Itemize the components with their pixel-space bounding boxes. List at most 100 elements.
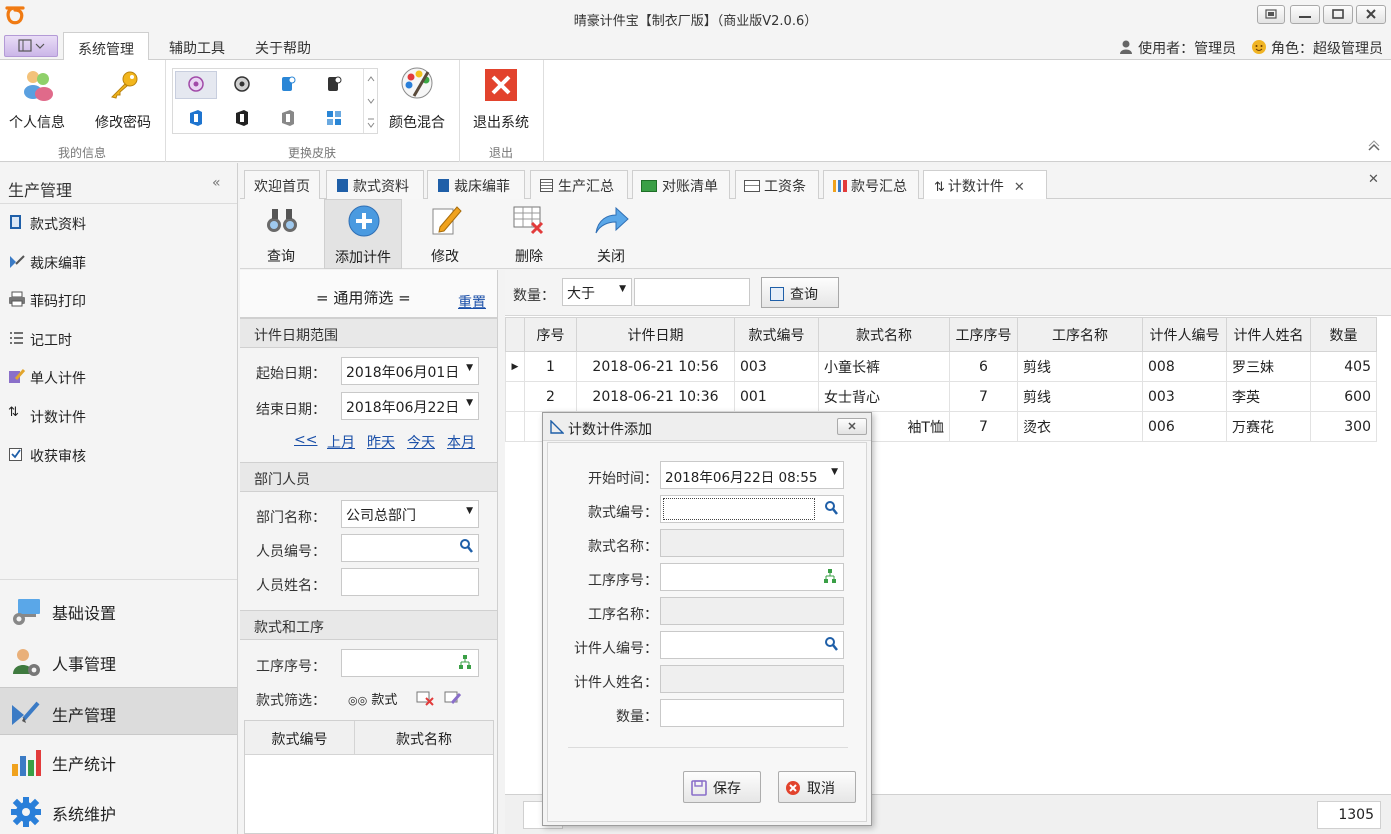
menu-tab-tools[interactable]: 辅助工具	[158, 32, 236, 61]
table-row[interactable]: 2 2018-06-21 10:36 001 女士背心 7 剪线 003 李英 …	[505, 381, 1377, 412]
tab-statement[interactable]: 对账清单	[632, 170, 730, 199]
table-row[interactable]: ▶ 1 2018-06-21 10:56 003 小童长裤 6 剪线 008 罗…	[505, 351, 1377, 382]
start-date-label: 起始日期：	[256, 366, 326, 382]
skin-blue-icon[interactable]	[279, 75, 297, 93]
cancel-button[interactable]: 取消	[778, 771, 856, 803]
exit-system-button[interactable]: 退出系统	[464, 64, 538, 140]
add-piece-button[interactable]: 添加计件	[324, 199, 402, 269]
grid-query-button[interactable]: 查询	[761, 277, 839, 308]
skin-black-icon[interactable]	[325, 75, 343, 93]
personal-info-button[interactable]: 个人信息	[2, 64, 72, 140]
tab-welcome[interactable]: 欢迎首页	[244, 170, 320, 199]
close-button[interactable]: 关闭	[576, 199, 646, 269]
dept-section-header: 部门人员	[240, 462, 497, 492]
start-date-picker[interactable]: 2018年06月01日 ▼	[341, 357, 479, 385]
qty-operator-select[interactable]: 大于 ▼	[562, 278, 632, 306]
column-header[interactable]: 款式名称	[818, 317, 950, 352]
change-password-button[interactable]: 修改密码	[86, 64, 160, 140]
column-header[interactable]: 序号	[524, 317, 577, 352]
window-restore-button[interactable]	[1257, 5, 1285, 24]
proc-no-input[interactable]	[660, 563, 844, 591]
column-header[interactable]: 数量	[1310, 317, 1377, 352]
column-header[interactable]: 计件人编号	[1142, 317, 1227, 352]
reset-link[interactable]: 重置	[458, 292, 486, 312]
nav-item-cutting[interactable]: 裁床编菲	[8, 250, 236, 276]
search-icon[interactable]	[824, 636, 838, 652]
end-date-picker[interactable]: 2018年06月22日 ▼	[341, 392, 479, 420]
nav-group-production[interactable]: 生产管理	[0, 687, 237, 735]
nav-group-statistics[interactable]: 生产统计	[0, 737, 237, 785]
collapse-ribbon-icon[interactable]	[1366, 140, 1382, 154]
tab-style[interactable]: 款式资料	[326, 170, 424, 199]
minimize-button[interactable]	[1290, 5, 1320, 24]
maximize-button[interactable]	[1323, 5, 1353, 24]
nav-item-worktime[interactable]: 记工时	[8, 327, 236, 353]
change-password-label: 修改密码	[95, 115, 151, 131]
skin-violet-icon[interactable]	[187, 75, 205, 93]
close-window-button[interactable]	[1356, 5, 1386, 24]
this-month-link[interactable]: 本月	[447, 432, 475, 452]
close-tab-icon[interactable]: ✕	[1014, 180, 1025, 195]
column-header[interactable]: 工序名称	[1017, 317, 1143, 352]
clear-filter-icon[interactable]	[416, 690, 434, 706]
tab-payslip[interactable]: 工资条	[735, 170, 819, 199]
emp-name-input[interactable]	[341, 568, 479, 596]
qty-value-input[interactable]	[634, 278, 750, 306]
emp-no-label: 人员编号：	[256, 544, 326, 560]
edit-button[interactable]: 修改	[410, 199, 480, 269]
nav-item-count[interactable]: ⇅ 计数计件	[8, 404, 236, 430]
proc-no-input[interactable]	[341, 649, 479, 677]
last-month-link[interactable]: 上月	[327, 432, 355, 452]
edit-filter-icon[interactable]	[444, 690, 462, 706]
nav-group-basic-settings[interactable]: 基础设置	[0, 586, 237, 634]
tab-style-summary[interactable]: 款号汇总	[823, 170, 919, 199]
nav-item-review[interactable]: 收获审核	[8, 443, 236, 469]
close-all-tabs-icon[interactable]: ✕	[1368, 172, 1379, 187]
yesterday-link[interactable]: 昨天	[367, 432, 395, 452]
skin-metro-icon[interactable]	[325, 109, 343, 127]
start-time-picker[interactable]: 2018年06月22日 08:55 ▼	[660, 461, 844, 489]
today-link[interactable]: 今天	[407, 432, 435, 452]
menu-tab-help[interactable]: 关于帮助	[244, 32, 322, 61]
column-header[interactable]: 计件日期	[576, 317, 735, 352]
skin-office-blue-icon[interactable]	[187, 109, 205, 127]
dialog-close-button[interactable]	[837, 418, 867, 435]
app-menu-button[interactable]	[4, 35, 58, 57]
prev-period-link[interactable]: <<	[294, 432, 317, 448]
style-filter-button[interactable]: ◎◎ 款式	[348, 689, 397, 708]
nav-item-print[interactable]: 菲码打印	[8, 288, 236, 314]
style-list-header-name[interactable]: 款式名称	[355, 721, 493, 755]
color-mix-button[interactable]: 颜色混合	[382, 64, 452, 140]
end-date-label: 结束日期：	[256, 402, 326, 418]
skin-gallery[interactable]	[172, 68, 378, 134]
hierarchy-icon[interactable]	[458, 654, 472, 670]
style-no-input[interactable]	[660, 495, 844, 523]
nav-group-maintenance[interactable]: 系统维护	[0, 787, 237, 834]
search-icon[interactable]	[824, 500, 838, 516]
nav-item-style[interactable]: 款式资料	[8, 211, 236, 237]
tab-summary[interactable]: 生产汇总	[530, 170, 628, 199]
skin-office-gray-icon[interactable]	[279, 109, 297, 127]
delete-button[interactable]: 删除	[494, 199, 564, 269]
save-button[interactable]: 保存	[683, 771, 761, 803]
search-icon[interactable]	[459, 538, 473, 554]
hierarchy-icon[interactable]	[823, 568, 837, 584]
column-header[interactable]: 款式编号	[734, 317, 819, 352]
tab-count-piece[interactable]: ⇅ 计数计件 ✕	[923, 170, 1047, 200]
gallery-scroll[interactable]	[363, 69, 377, 133]
emp-no-input[interactable]	[341, 534, 479, 562]
column-header[interactable]: 工序序号	[949, 317, 1018, 352]
skin-dark-icon[interactable]	[233, 75, 251, 93]
query-button[interactable]: 查询	[246, 199, 316, 269]
menu-tab-system[interactable]: 系统管理	[63, 32, 149, 61]
dept-select[interactable]: 公司总部门 ▼	[341, 500, 479, 528]
collapse-nav-icon[interactable]: «	[212, 175, 221, 191]
style-list-header-no[interactable]: 款式编号	[245, 721, 355, 755]
qty-input[interactable]	[660, 699, 844, 727]
worker-no-input[interactable]	[660, 631, 844, 659]
skin-office-black-icon[interactable]	[233, 109, 251, 127]
nav-item-single[interactable]: 单人计件	[8, 365, 236, 391]
column-header[interactable]: 计件人姓名	[1226, 317, 1311, 352]
nav-group-hr[interactable]: 人事管理	[0, 637, 237, 685]
tab-cutting[interactable]: 裁床编菲	[427, 170, 525, 199]
